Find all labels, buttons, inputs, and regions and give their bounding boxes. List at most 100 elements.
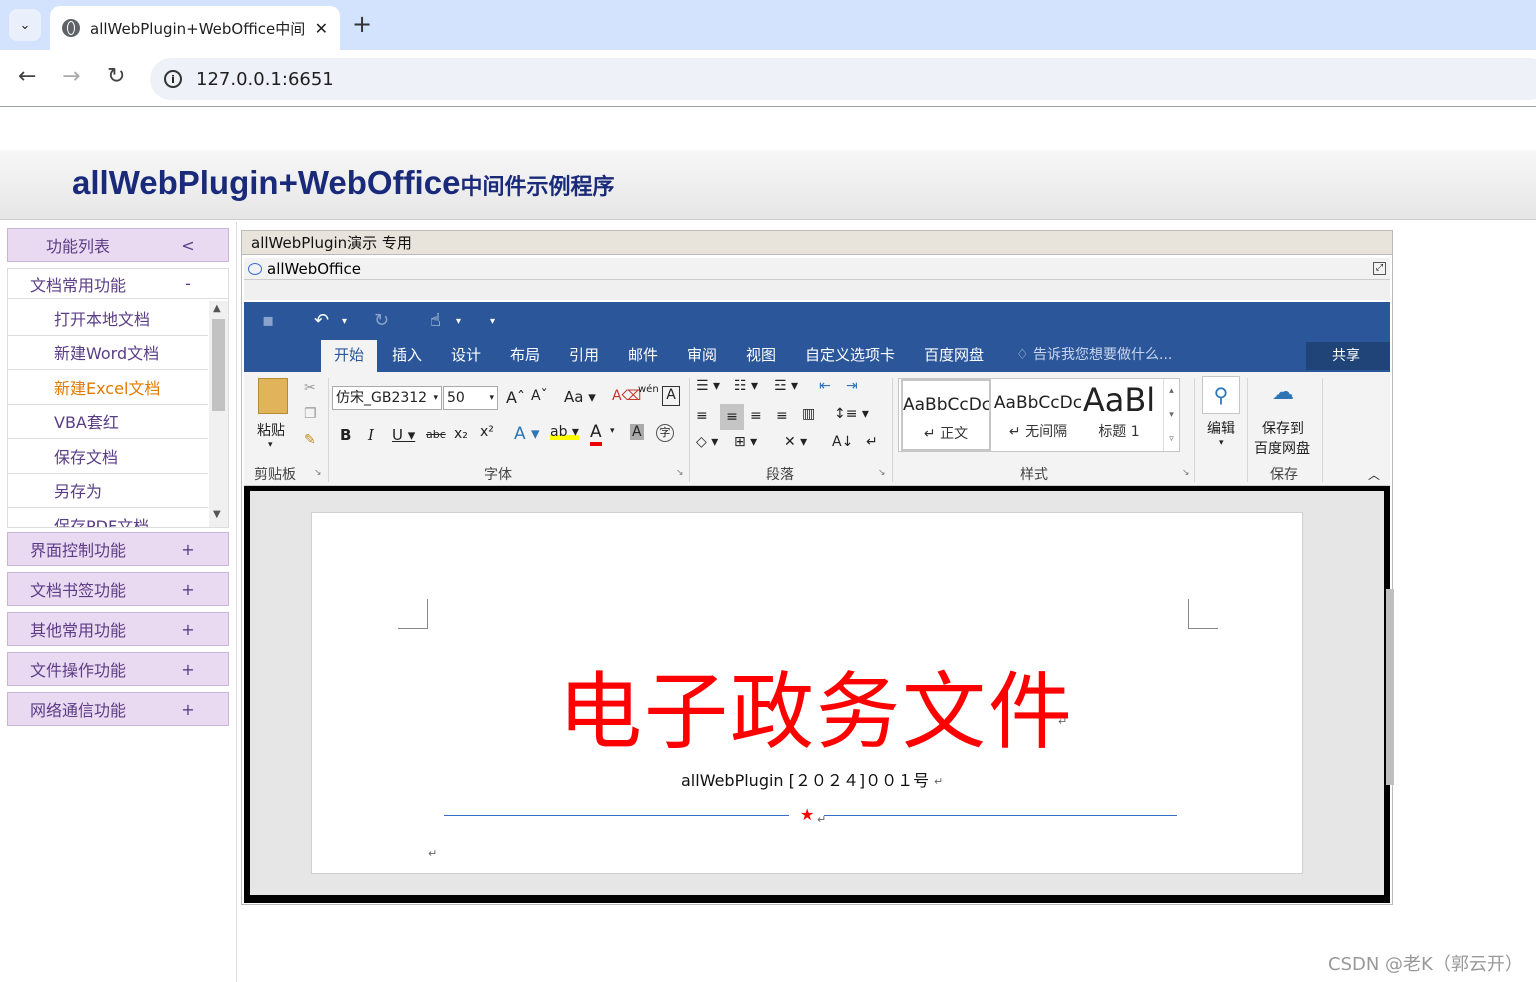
line-spacing-icon[interactable]: ↕≡ ▾ xyxy=(834,406,869,422)
sidebar-group-file-ops[interactable]: 文件操作功能 + xyxy=(7,652,229,686)
change-case-button[interactable]: Aa ▾ xyxy=(564,388,596,406)
customize-qat-icon[interactable]: ▾ xyxy=(490,316,495,327)
text-effects-icon[interactable]: A ▾ xyxy=(514,424,540,444)
tab-view[interactable]: 视图 xyxy=(746,340,776,372)
touch-dropdown-icon[interactable]: ▾ xyxy=(456,316,461,327)
styles-launcher-icon[interactable]: ↘ xyxy=(1182,468,1190,478)
font-color-dropdown-icon[interactable]: ▾ xyxy=(610,426,615,436)
back-icon[interactable]: ← xyxy=(18,64,36,89)
subscript-icon[interactable]: x₂ xyxy=(454,426,468,442)
tab-mailings[interactable]: 邮件 xyxy=(628,340,658,372)
document-scrollbar[interactable] xyxy=(1386,589,1394,785)
align-center-icon[interactable]: ≡ xyxy=(720,404,744,430)
char-border-icon[interactable]: A xyxy=(662,386,680,406)
redo-icon[interactable]: ↻ xyxy=(374,310,389,331)
paste-button[interactable]: 粘贴 xyxy=(257,420,285,440)
borders-icon[interactable]: ⊞ ▾ xyxy=(734,434,757,450)
multilevel-list-icon[interactable]: ☲ ▾ xyxy=(774,378,798,394)
italic-icon[interactable]: I xyxy=(368,426,374,444)
sidebar-group-bookmark[interactable]: 文档书签功能 + xyxy=(7,572,229,606)
touch-mode-icon[interactable]: ☝ xyxy=(430,310,441,331)
save-icon[interactable]: ▪ xyxy=(262,310,274,331)
shading-icon[interactable]: ◇ ▾ xyxy=(696,434,718,450)
sort-icon[interactable]: A↓ xyxy=(832,434,853,450)
tab-custom[interactable]: 自定义选项卡 xyxy=(805,340,895,372)
baidu-cloud-icon[interactable]: ☁ xyxy=(1272,380,1294,405)
reload-icon[interactable]: ↻ xyxy=(107,64,125,89)
undo-dropdown-icon[interactable]: ▾ xyxy=(342,316,347,327)
highlight-icon[interactable]: ab ▾ xyxy=(550,424,579,440)
undo-icon[interactable]: ↶ xyxy=(314,310,329,331)
sidebar-group-ui-control[interactable]: 界面控制功能 + xyxy=(7,532,229,566)
find-icon[interactable]: ⚲ xyxy=(1202,376,1240,414)
address-bar[interactable]: i 127.0.0.1:6651 xyxy=(150,58,1536,100)
superscript-icon[interactable]: x² xyxy=(480,424,494,440)
font-color-icon[interactable]: A xyxy=(590,422,602,446)
grow-font-icon[interactable]: Aˆ xyxy=(506,388,525,407)
font-size-combo[interactable]: 50 ▾ xyxy=(443,386,498,410)
copy-icon[interactable]: ❐ xyxy=(304,406,317,422)
tab-baidu-disk[interactable]: 百度网盘 xyxy=(924,340,984,372)
char-shading-icon[interactable]: A xyxy=(630,424,644,440)
scrollbar-thumb[interactable] xyxy=(212,319,225,411)
tab-home[interactable]: 开始 xyxy=(321,340,378,372)
paste-dropdown-icon[interactable]: ▾ xyxy=(268,440,273,450)
scroll-down-icon[interactable]: ▼ xyxy=(213,509,221,520)
asian-layout-icon[interactable]: ✕ ▾ xyxy=(784,434,807,450)
share-button[interactable]: 共享 xyxy=(1306,342,1390,370)
font-launcher-icon[interactable]: ↘ xyxy=(676,468,684,478)
align-left-icon[interactable]: ≡ xyxy=(696,408,708,424)
tab-review[interactable]: 审阅 xyxy=(687,340,717,372)
tab-references[interactable]: 引用 xyxy=(569,340,599,372)
sidebar-group-function-list[interactable]: 功能列表 < xyxy=(7,228,229,262)
cut-icon[interactable]: ✂ xyxy=(304,380,316,396)
paragraph-launcher-icon[interactable]: ↘ xyxy=(878,468,886,478)
styles-scroll[interactable]: ▴ ▾ ▿ xyxy=(1163,379,1179,451)
enclose-char-icon[interactable]: 字 xyxy=(656,424,674,442)
font-name-combo[interactable]: 仿宋_GB2312 ▾ xyxy=(332,386,442,410)
collapse-ribbon-icon[interactable]: ︿ xyxy=(1368,466,1380,483)
bold-icon[interactable]: B xyxy=(340,426,351,444)
sidebar-item-new-word[interactable]: 新建Word文档 xyxy=(8,336,208,370)
sidebar-item-save[interactable]: 保存文档 xyxy=(8,439,208,474)
tell-me-search[interactable]: ♢ 告诉我您想要做什么... xyxy=(1016,340,1172,370)
scroll-up-icon[interactable]: ▲ xyxy=(213,303,221,314)
clear-format-icon[interactable]: A⌫ xyxy=(612,388,641,404)
tab-layout[interactable]: 布局 xyxy=(510,340,540,372)
close-icon[interactable]: ✕ xyxy=(315,19,328,38)
sidebar-group-network[interactable]: 网络通信功能 + xyxy=(7,692,229,726)
sidebar-subgroup-header[interactable]: 文档常用功能 - xyxy=(8,269,228,299)
new-tab-button[interactable]: + xyxy=(352,10,372,38)
tab-design[interactable]: 设计 xyxy=(451,340,481,372)
sidebar-item-vba-red[interactable]: VBA套红 xyxy=(8,405,208,439)
decrease-indent-icon[interactable]: ⇤ xyxy=(819,378,831,394)
style-heading-1[interactable]: AaBl 标题 1 xyxy=(1079,379,1159,451)
align-right-icon[interactable]: ≡ xyxy=(750,408,762,424)
save-to-label[interactable]: 保存到 xyxy=(1262,418,1304,438)
phonetic-guide-icon[interactable]: wén xyxy=(638,384,659,395)
distributed-icon[interactable]: ▥ xyxy=(802,406,815,422)
edit-button[interactable]: 编辑 xyxy=(1207,418,1235,438)
site-info-icon[interactable]: i xyxy=(164,70,182,88)
underline-icon[interactable]: U ▾ xyxy=(392,426,415,444)
numbering-icon[interactable]: ☷ ▾ xyxy=(734,378,758,394)
document-page[interactable]: 电子政务文件 ↵ allWebPlugin [２０２４]００１号 ↵ ★ ↵ ↵ xyxy=(311,512,1303,874)
tab-search-button[interactable]: ⌄ xyxy=(9,9,41,41)
browser-tab[interactable]: allWebPlugin+WebOffice中间 ✕ xyxy=(50,6,340,50)
baidu-disk-label[interactable]: 百度网盘 xyxy=(1254,438,1310,458)
strikethrough-icon[interactable]: abc xyxy=(426,428,446,441)
forward-icon[interactable]: → xyxy=(62,64,80,89)
shrink-font-icon[interactable]: Aˇ xyxy=(531,388,548,404)
show-marks-icon[interactable]: ↵ xyxy=(866,434,878,450)
maximize-icon[interactable]: ⤢ xyxy=(1373,262,1386,275)
sidebar-item-save-as[interactable]: 另存为 xyxy=(8,474,208,508)
sidebar-item-new-excel[interactable]: 新建Excel文档 xyxy=(8,370,208,405)
tab-insert[interactable]: 插入 xyxy=(392,340,422,372)
sidebar-item-save-pdf[interactable]: 保存PDF文档 xyxy=(8,508,208,527)
edit-dropdown-icon[interactable]: ▾ xyxy=(1219,438,1224,448)
format-painter-icon[interactable]: ✎ xyxy=(304,432,316,448)
style-normal[interactable]: AaBbCcDc ↵ 正文 xyxy=(901,379,991,451)
justify-icon[interactable]: ≡ xyxy=(776,408,788,424)
style-no-spacing[interactable]: AaBbCcDc ↵ 无间隔 xyxy=(993,379,1083,451)
sidebar-group-other[interactable]: 其他常用功能 + xyxy=(7,612,229,646)
